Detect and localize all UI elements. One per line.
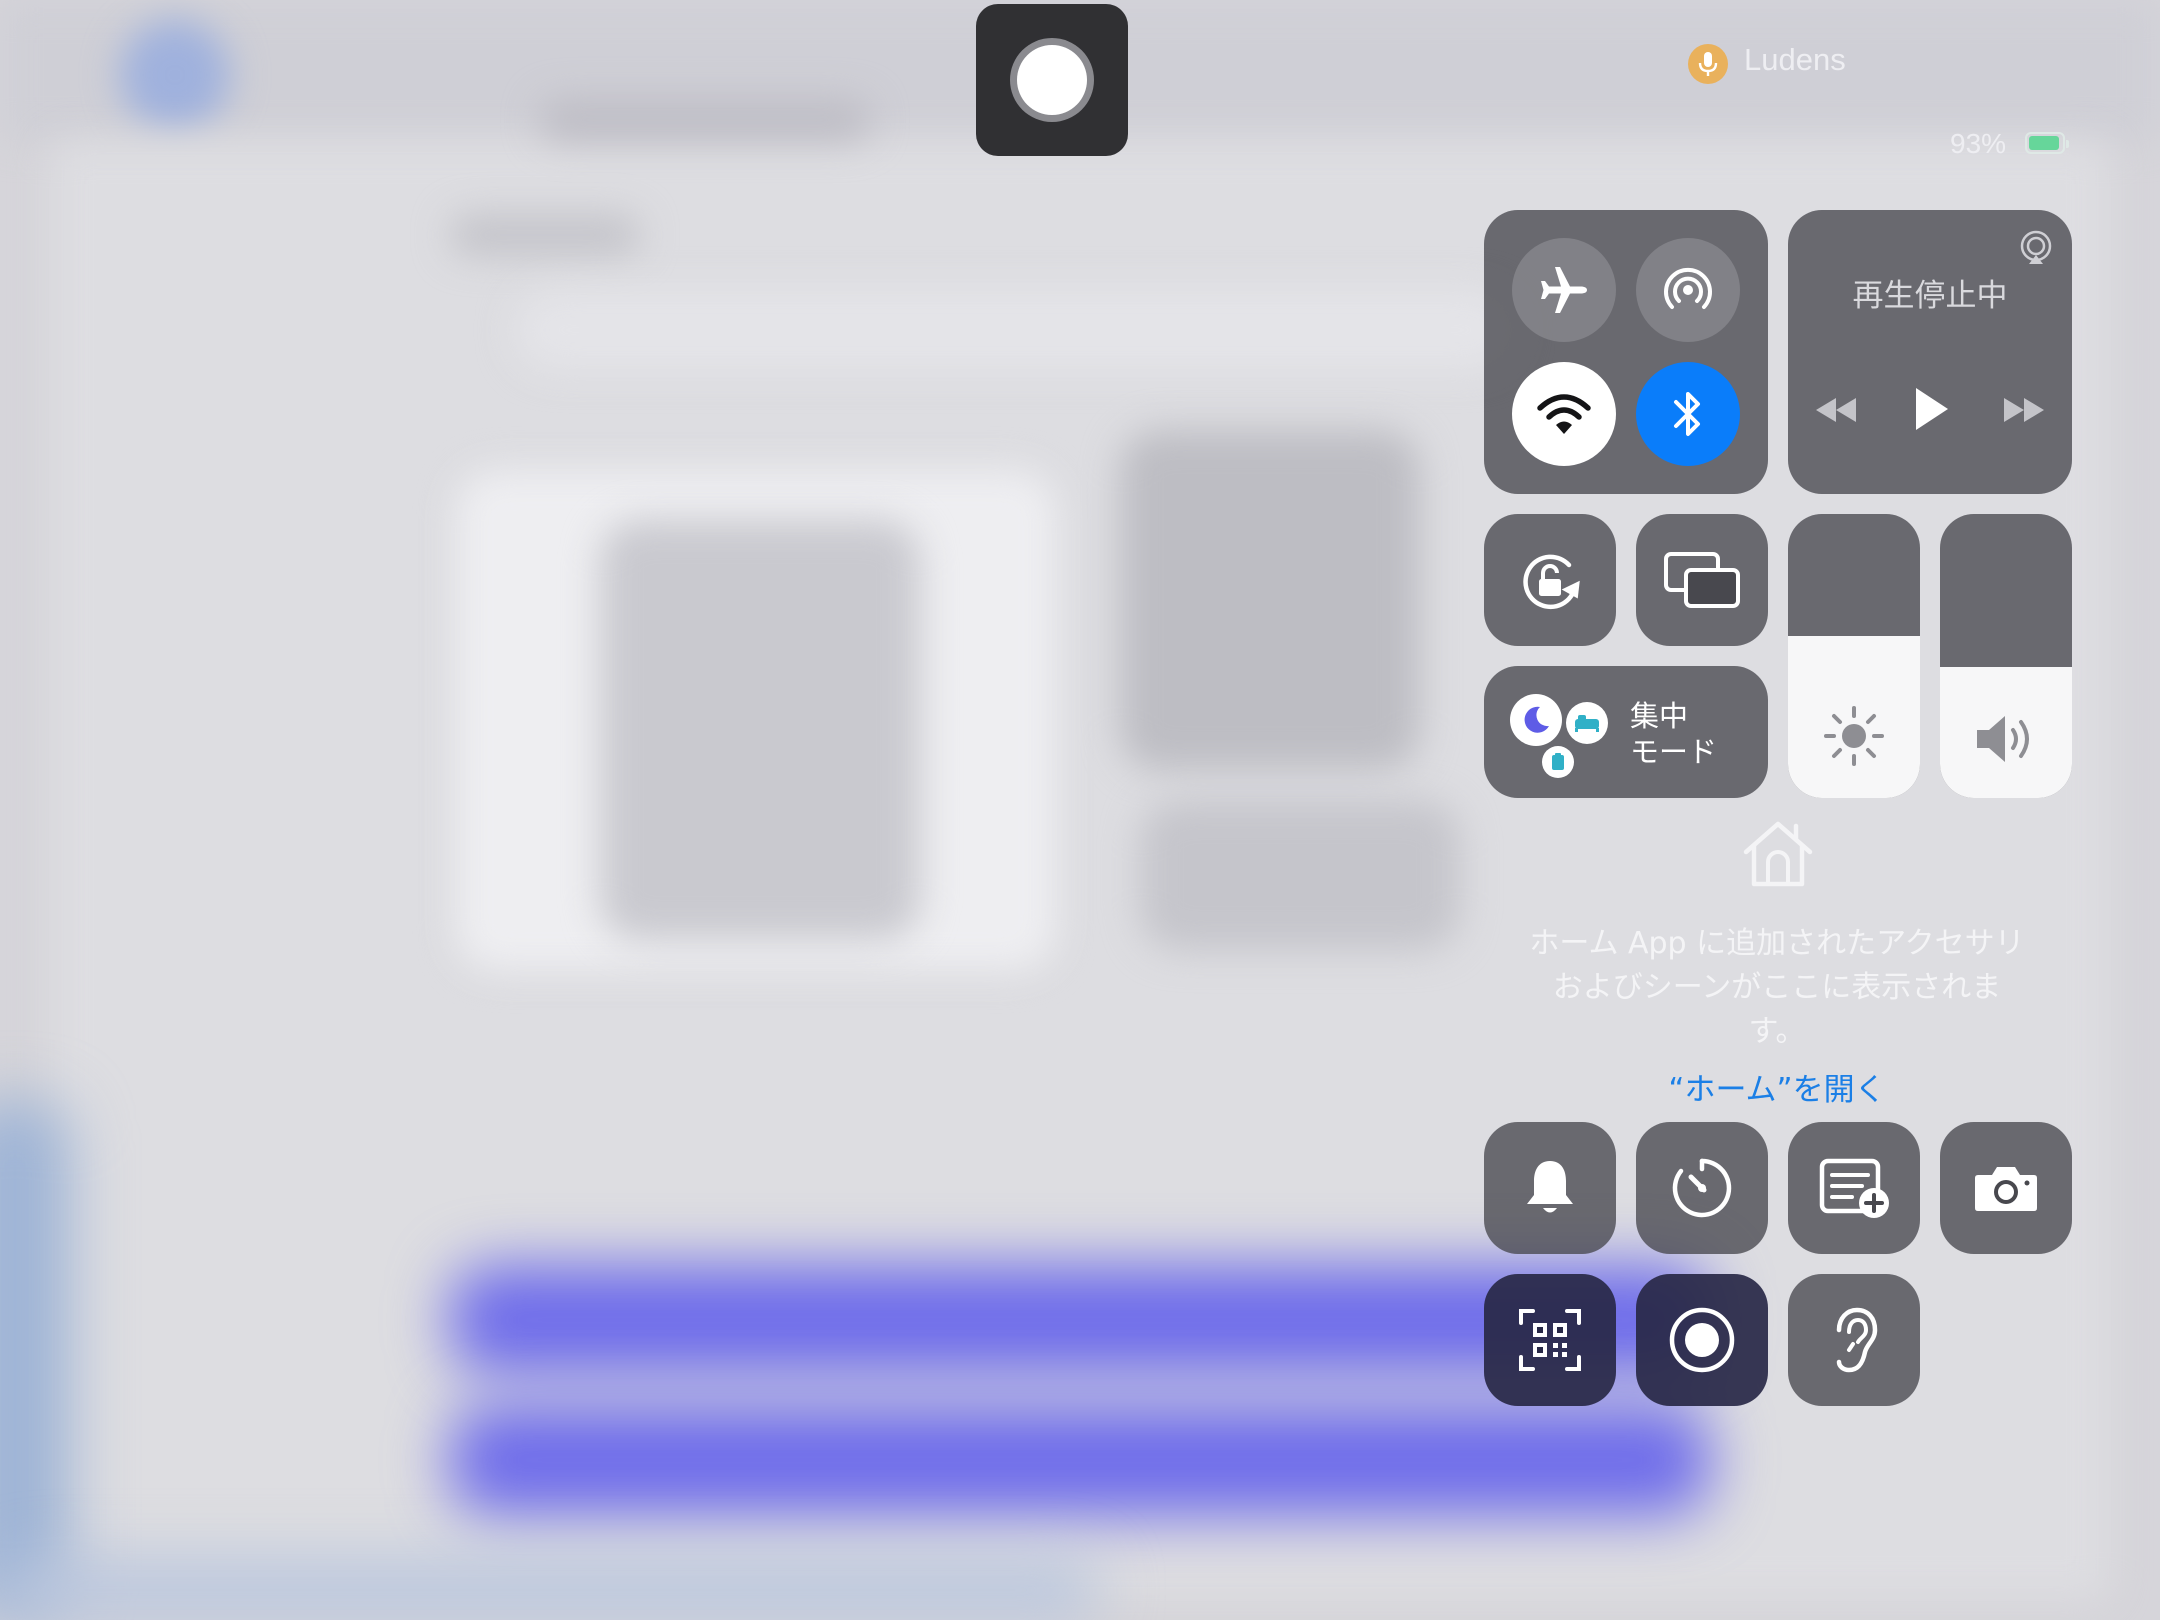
home-message-line2: およびシーンがここに表示されま bbox=[1552, 970, 2002, 1005]
bg-title-blob bbox=[540, 100, 870, 140]
sun-icon bbox=[1824, 706, 1884, 766]
orientation-lock-icon bbox=[1523, 554, 1580, 610]
wifi-icon bbox=[1537, 394, 1591, 434]
home-message-line1: ホーム App に追加されたアクセサリ bbox=[1529, 926, 2025, 961]
airdrop-icon bbox=[1664, 267, 1712, 309]
timer-button[interactable] bbox=[1636, 1122, 1768, 1254]
focus-sleep-badge bbox=[1566, 702, 1608, 744]
bg-panel-content bbox=[600, 520, 920, 940]
camera-button[interactable] bbox=[1940, 1122, 2072, 1254]
bed-icon bbox=[1575, 715, 1599, 732]
brightness-slider[interactable] bbox=[1788, 514, 1920, 798]
timer-icon bbox=[1672, 1158, 1732, 1218]
rewind-icon[interactable] bbox=[1814, 394, 1858, 426]
screen-recording-indicator[interactable] bbox=[976, 4, 1128, 156]
record-icon bbox=[1669, 1307, 1735, 1373]
home-icon bbox=[1743, 821, 1813, 887]
screen-mirroring-icon bbox=[1664, 552, 1740, 608]
speaker-icon bbox=[1977, 716, 2029, 762]
bg-left-edge-blob bbox=[0, 1100, 70, 1620]
bg-figure-blob bbox=[1120, 430, 1420, 770]
bg-button-blob-2 bbox=[450, 1405, 1710, 1515]
screen-mirroring-button[interactable] bbox=[1636, 514, 1768, 646]
focus-moon-badge bbox=[1510, 694, 1562, 746]
airplane-icon bbox=[1541, 267, 1587, 313]
ear-icon bbox=[1836, 1307, 1878, 1373]
battery-percentage: 93% bbox=[1950, 128, 2007, 159]
fast-forward-icon[interactable] bbox=[2002, 394, 2046, 426]
focus-label-line2: モード bbox=[1630, 735, 1718, 769]
home-accessories-message: ホーム App に追加されたアクセサリ およびシーンがここに表示されま す。 bbox=[1512, 922, 2042, 1054]
qr-code-icon bbox=[1519, 1309, 1581, 1371]
bg-figure-blob-2 bbox=[1140, 800, 1460, 950]
home-message-line3: す。 bbox=[1748, 1014, 1806, 1049]
open-home-link[interactable]: “ホーム”を開く bbox=[1512, 1064, 2042, 1109]
screen-recording-button[interactable] bbox=[1636, 1274, 1768, 1406]
silent-mode-button[interactable] bbox=[1484, 1122, 1616, 1254]
bg-tab-blob bbox=[450, 215, 640, 255]
now-playing-title: 再生停止中 bbox=[1852, 278, 2008, 314]
badge-icon bbox=[1552, 753, 1564, 770]
airplane-mode-toggle[interactable] bbox=[1512, 238, 1616, 342]
battery-icon bbox=[2025, 132, 2069, 154]
active-app-name: Ludens bbox=[1744, 42, 1846, 77]
microphone-indicator bbox=[1688, 44, 1728, 84]
focus-label-line1: 集中 bbox=[1630, 699, 1689, 733]
code-scanner-button[interactable] bbox=[1484, 1274, 1616, 1406]
now-playing-module[interactable]: 再生停止中 bbox=[1788, 210, 2072, 494]
focus-mode-button[interactable]: 集中 モード bbox=[1484, 666, 1768, 798]
focus-mode-label: 集中 モード bbox=[1630, 698, 1717, 770]
bg-header-blob bbox=[515, 290, 1515, 370]
bluetooth-toggle[interactable] bbox=[1636, 362, 1740, 466]
airdrop-toggle[interactable] bbox=[1636, 238, 1740, 342]
focus-work-badge bbox=[1542, 746, 1574, 778]
wifi-toggle[interactable] bbox=[1512, 362, 1616, 466]
quick-note-icon bbox=[1819, 1158, 1889, 1218]
connectivity-module bbox=[1484, 210, 1768, 494]
bluetooth-icon bbox=[1674, 392, 1700, 436]
play-icon[interactable] bbox=[1912, 386, 1950, 432]
moon-icon bbox=[1524, 706, 1549, 733]
bg-bottom-blob bbox=[0, 1560, 1100, 1620]
volume-slider[interactable] bbox=[1940, 514, 2072, 798]
airplay-icon[interactable] bbox=[2018, 230, 2054, 266]
bg-avatar-blob bbox=[120, 20, 230, 130]
record-icon bbox=[1010, 38, 1094, 122]
bell-icon bbox=[1527, 1161, 1573, 1213]
battery-fill bbox=[2029, 136, 2059, 150]
microphone-icon bbox=[1698, 52, 1718, 76]
quick-note-button[interactable] bbox=[1788, 1122, 1920, 1254]
hearing-button[interactable] bbox=[1788, 1274, 1920, 1406]
camera-icon bbox=[1975, 1167, 2037, 1211]
orientation-lock-button[interactable] bbox=[1484, 514, 1616, 646]
